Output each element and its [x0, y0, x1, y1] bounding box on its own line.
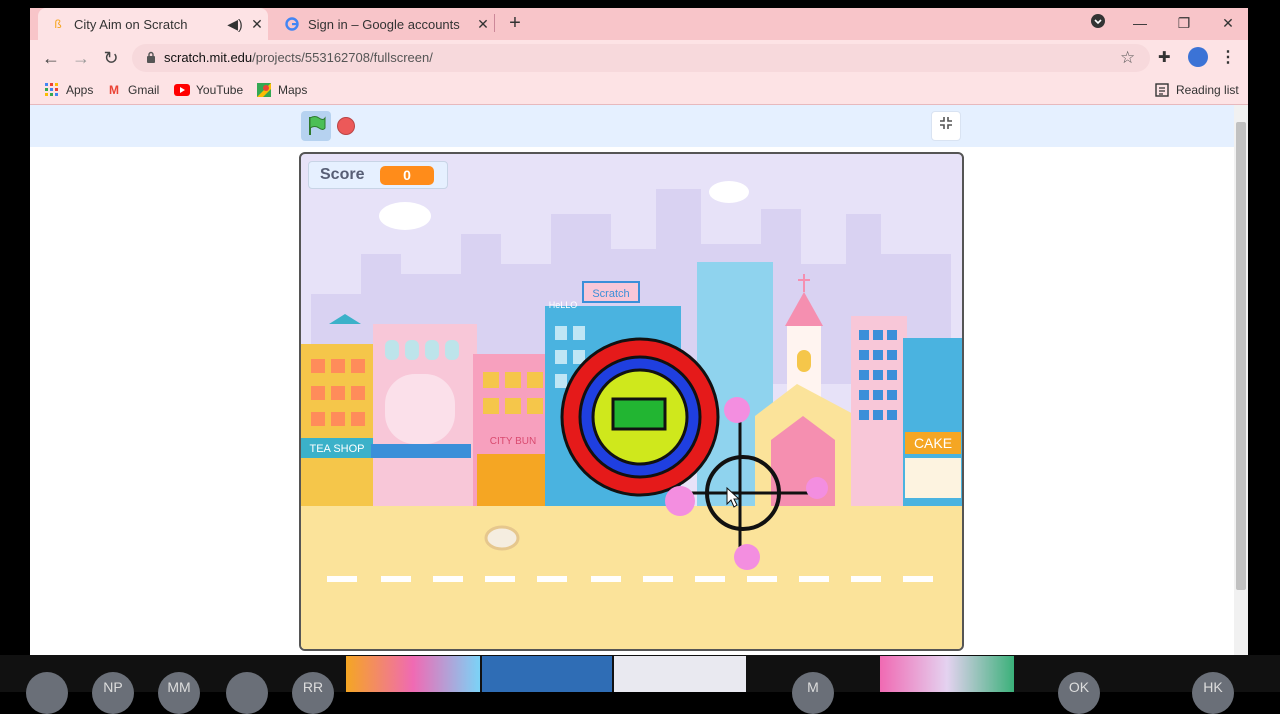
score-value: 0	[380, 166, 434, 185]
restore-icon[interactable]: ❐	[1162, 8, 1206, 38]
church-bell	[797, 350, 811, 372]
reading-list-icon	[1154, 82, 1170, 98]
bookmark-star-icon[interactable]: ☆	[1120, 48, 1135, 68]
awning	[371, 444, 471, 458]
url-host: scratch.mit.edu	[164, 50, 253, 65]
google-favicon-icon	[284, 16, 300, 32]
target-sprite[interactable]	[560, 337, 720, 497]
cake-display	[905, 458, 961, 498]
participant-avatar[interactable]	[226, 672, 268, 714]
scratch-sign: Scratch	[592, 288, 629, 300]
bookmark-apps[interactable]: Apps	[44, 80, 93, 100]
gmail-icon: M	[109, 83, 119, 97]
lock-icon[interactable]	[146, 51, 156, 66]
maps-icon	[256, 82, 272, 98]
menu-dots-icon[interactable]: ⋮	[1220, 47, 1236, 67]
stage-header	[30, 105, 1234, 147]
participant-avatar[interactable]: MM	[158, 672, 200, 714]
tab-title: City Aim on Scratch	[74, 16, 188, 32]
participant-avatar[interactable]: M	[792, 672, 834, 714]
profile-avatar[interactable]	[1188, 47, 1208, 67]
bookmark-label: Gmail	[128, 83, 160, 97]
scratch-stage[interactable]: TEA SHOP CITY BUN Scratch HeLLO CAKE	[299, 152, 964, 651]
tab-search-icon[interactable]	[1076, 8, 1120, 38]
bookmark-label: Maps	[278, 83, 308, 97]
cloud	[379, 202, 431, 230]
tab-city-aim[interactable]: ß City Aim on Scratch ◀) ✕	[38, 8, 268, 40]
participant-avatar[interactable]: OK	[1058, 672, 1100, 714]
exit-fullscreen-icon[interactable]	[931, 111, 961, 141]
participant-avatar[interactable]: HK	[1192, 672, 1234, 714]
participant-avatar[interactable]: NP	[92, 672, 134, 714]
url-text[interactable]: scratch.mit.edu/projects/553162708/fulls…	[164, 49, 433, 67]
stop-button[interactable]	[337, 117, 355, 135]
url-path: /projects/553162708/fullscreen/	[252, 50, 433, 65]
participant-video-tile[interactable]	[482, 656, 612, 692]
tab-separator	[494, 14, 495, 32]
new-tab-icon[interactable]: +	[504, 12, 526, 34]
minimize-icon[interactable]: —	[1118, 8, 1162, 38]
bookmark-gmail[interactable]: M Gmail	[106, 80, 159, 100]
close-window-icon[interactable]: ✕	[1206, 8, 1250, 38]
forward-icon[interactable]: →	[68, 46, 94, 70]
reload-icon[interactable]: ↻	[98, 46, 124, 70]
manhole	[484, 525, 520, 551]
tab-title: Sign in – Google accounts	[308, 16, 460, 32]
extensions-icon[interactable]: ✚	[1158, 48, 1171, 66]
scrollbar-thumb[interactable]	[1236, 122, 1246, 590]
bookmark-label: YouTube	[196, 83, 244, 97]
bakery-front	[477, 454, 549, 506]
hello-sign: HeLLO	[549, 300, 578, 310]
close-tab-icon[interactable]: ✕	[246, 16, 268, 33]
close-tab-icon[interactable]: ✕	[472, 16, 494, 33]
tea-shop-sign: TEA SHOP	[309, 443, 364, 455]
bookmark-label: Apps	[66, 83, 94, 97]
participant-video-tile[interactable]	[614, 656, 746, 692]
reading-list-button[interactable]: Reading list	[1154, 80, 1239, 100]
score-label: Score	[320, 166, 365, 183]
participant-video-tile[interactable]	[880, 656, 1014, 692]
bookmark-maps[interactable]: Maps	[256, 80, 307, 100]
apps-grid-icon	[44, 82, 60, 98]
green-flag-button[interactable]	[301, 111, 331, 141]
speaker-icon[interactable]: ◀)	[224, 16, 246, 33]
back-icon[interactable]: ←	[38, 46, 64, 70]
city-backdrop: TEA SHOP CITY BUN Scratch HeLLO CAKE	[301, 181, 962, 649]
tab-google-signin[interactable]: Sign in – Google accounts ✕	[272, 8, 494, 40]
green-flag-icon	[309, 116, 326, 135]
youtube-icon	[174, 82, 190, 98]
arched-window	[385, 374, 455, 444]
building-windows	[311, 359, 365, 426]
participant-video-tile[interactable]	[346, 656, 480, 692]
cloud	[709, 181, 749, 203]
cake-sign: CAKE	[914, 435, 952, 451]
participant-avatar[interactable]: RR	[292, 672, 334, 714]
city-bun-sign: CITY BUN	[490, 436, 537, 447]
scratch-favicon-icon: ß	[54, 17, 62, 31]
participant-avatar[interactable]	[26, 672, 68, 714]
reading-list-label: Reading list	[1176, 83, 1239, 97]
bookmark-youtube[interactable]: YouTube	[174, 80, 243, 100]
